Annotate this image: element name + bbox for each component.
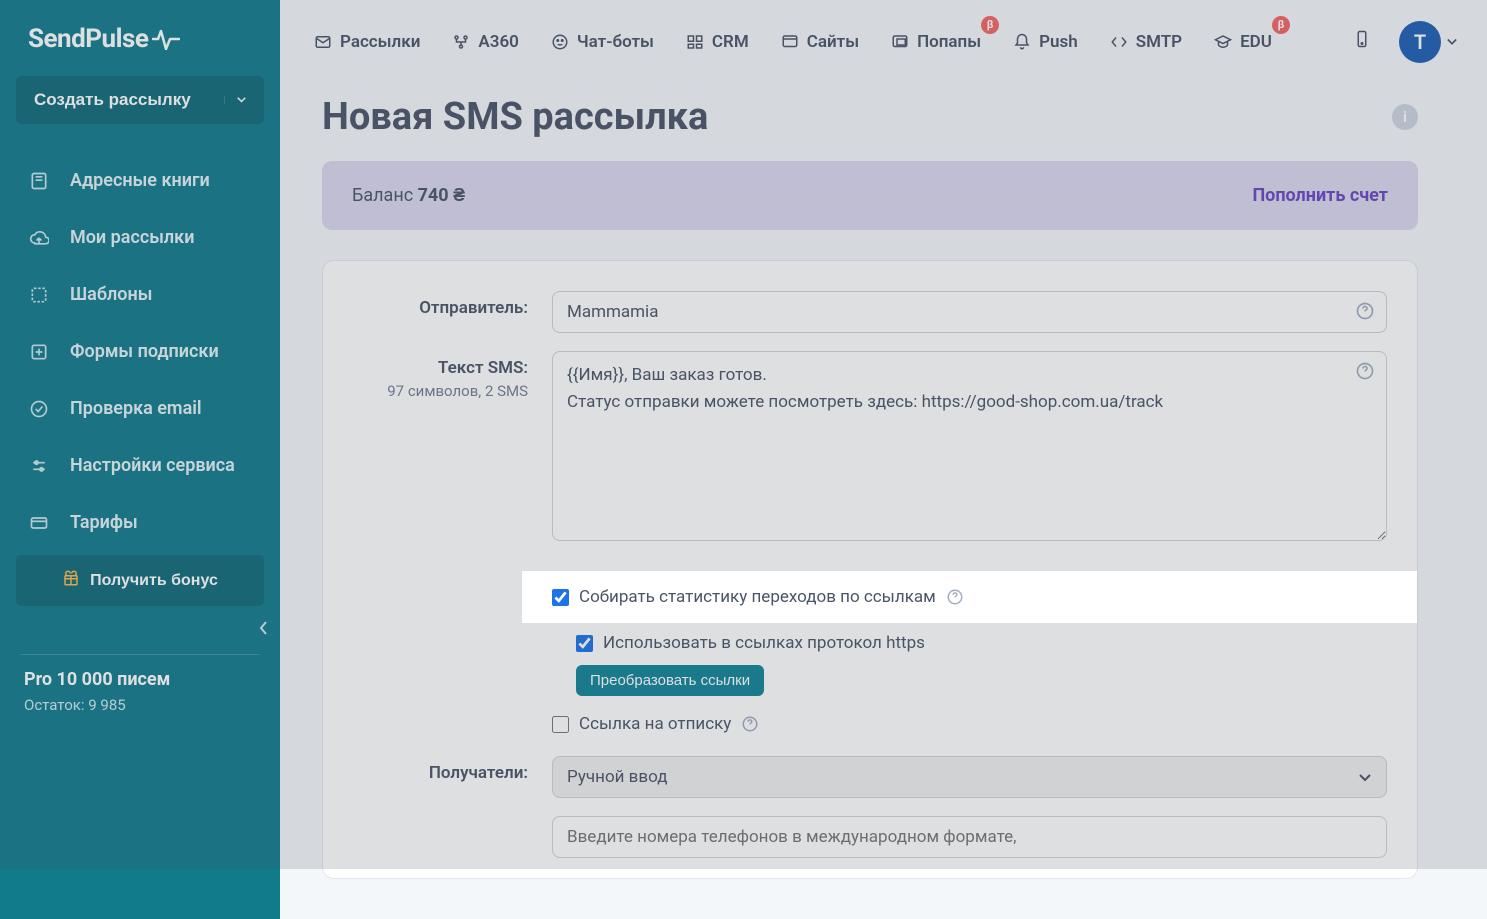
help-icon[interactable] <box>1355 361 1375 381</box>
recipients-label: Получатели: <box>353 756 528 798</box>
sidebar-item-label: Проверка email <box>70 398 202 419</box>
chat-icon <box>551 33 569 51</box>
beta-badge: β <box>1272 16 1290 34</box>
site-icon <box>781 33 799 51</box>
nav-campaigns[interactable]: Рассылки <box>300 24 434 60</box>
sidebar-item-my-campaigns[interactable]: Мои рассылки <box>0 209 280 266</box>
cloud-upload-icon <box>28 228 50 248</box>
gift-icon <box>62 569 80 592</box>
brand-name: SendPulse <box>28 24 148 54</box>
nav-label: Попапы <box>917 32 981 52</box>
nav-label: Push <box>1039 32 1078 52</box>
pulse-icon <box>152 28 180 50</box>
unsubscribe-label: Ссылка на отписку <box>579 714 731 734</box>
top-nav: Рассылки A360 Чат-боты CRM Сайты Попапы <box>280 0 1487 83</box>
sender-input[interactable] <box>552 291 1387 333</box>
sidebar-item-settings[interactable]: Настройки сервиса <box>0 437 280 494</box>
https-checkbox[interactable] <box>576 635 593 652</box>
sidebar-collapse-handle[interactable] <box>258 606 280 654</box>
balance-banner: Баланс 740 ₴ Пополнить счет <box>322 161 1418 230</box>
nav-smtp[interactable]: SMTP <box>1096 24 1196 60</box>
unsubscribe-checkbox[interactable] <box>552 716 569 733</box>
collect-stats-checkbox-row[interactable]: Собирать статистику переходов по ссылкам <box>552 583 1387 611</box>
help-icon[interactable] <box>946 588 964 606</box>
nav-label: A360 <box>478 32 518 52</box>
text-label: Текст SMS: <box>353 358 528 378</box>
brand-logo[interactable]: SendPulse <box>0 0 280 76</box>
credit-card-icon <box>28 513 50 533</box>
nav-label: EDU <box>1240 32 1272 52</box>
topup-link[interactable]: Пополнить счет <box>1252 185 1388 206</box>
create-campaign-label: Создать рассылку <box>34 90 191 110</box>
balance-amount: 740 ₴ <box>418 185 465 206</box>
nav-label: SMTP <box>1136 32 1182 52</box>
sidebar-item-subscribe-forms[interactable]: Формы подписки <box>0 323 280 380</box>
sidebar-item-templates[interactable]: Шаблоны <box>0 266 280 323</box>
help-icon[interactable] <box>1355 301 1375 321</box>
recipients-select[interactable]: Ручной ввод <box>552 756 1387 798</box>
convert-links-button[interactable]: Преобразовать ссылки <box>576 665 764 696</box>
sms-text-input[interactable] <box>552 351 1387 541</box>
code-icon <box>1110 33 1128 51</box>
sidebar-item-label: Адресные книги <box>70 170 210 191</box>
nav-label: Сайты <box>807 32 859 52</box>
sidebar-item-email-verify[interactable]: Проверка email <box>0 380 280 437</box>
nav-edu[interactable]: EDU β <box>1200 24 1286 60</box>
sidebar-item-label: Мои рассылки <box>70 227 194 248</box>
nav-label: Рассылки <box>340 32 420 52</box>
nav-chatbots[interactable]: Чат-боты <box>537 24 668 60</box>
mail-icon <box>314 33 332 51</box>
nav-a360[interactable]: A360 <box>438 24 532 60</box>
sms-form-card: Отправитель: Текст SMS: 97 символов, 2 S… <box>322 260 1418 879</box>
sender-label: Отправитель: <box>353 291 528 333</box>
edu-icon <box>1214 33 1232 51</box>
collect-stats-checkbox[interactable] <box>552 589 569 606</box>
sidebar: SendPulse Создать рассылку Адресные книг… <box>0 0 280 919</box>
phones-input[interactable] <box>552 816 1387 858</box>
beta-badge: β <box>981 16 999 34</box>
page-title: Новая SMS рассылка <box>322 95 708 139</box>
check-circle-icon <box>28 399 50 419</box>
plan-remaining: Остаток: 9 985 <box>24 696 256 714</box>
https-label: Использовать в ссылках протокол https <box>603 633 925 653</box>
sidebar-item-label: Настройки сервиса <box>70 455 235 476</box>
sidebar-item-pricing[interactable]: Тарифы <box>0 494 280 551</box>
sidebar-nav: Адресные книги Мои рассылки Шаблоны Форм… <box>0 152 280 551</box>
nav-push[interactable]: Push <box>999 24 1092 60</box>
sidebar-item-label: Формы подписки <box>70 341 219 362</box>
collect-stats-label: Собирать статистику переходов по ссылкам <box>579 587 936 607</box>
get-bonus-button[interactable]: Получить бонус <box>16 555 264 606</box>
info-icon[interactable]: i <box>1392 104 1418 130</box>
template-icon <box>28 285 50 305</box>
automation-icon <box>452 33 470 51</box>
create-campaign-button[interactable]: Создать рассылку <box>16 76 264 124</box>
sidebar-item-address-books[interactable]: Адресные книги <box>0 152 280 209</box>
chevron-down-icon <box>1447 38 1457 46</box>
bell-icon <box>1013 33 1031 51</box>
mobile-preview-button[interactable] <box>1341 20 1383 63</box>
sidebar-item-label: Шаблоны <box>70 284 152 305</box>
sidebar-item-label: Тарифы <box>70 512 138 533</box>
char-counter: 97 символов, 2 SMS <box>353 382 528 400</box>
nav-label: Чат-боты <box>577 32 654 52</box>
sliders-icon <box>28 456 50 476</box>
plan-info: Pro 10 000 писем Остаток: 9 985 <box>0 669 280 714</box>
crm-icon <box>686 33 704 51</box>
nav-crm[interactable]: CRM <box>672 24 763 60</box>
form-icon <box>28 342 50 362</box>
help-icon[interactable] <box>741 715 759 733</box>
nav-popups[interactable]: Попапы β <box>877 24 995 60</box>
popup-icon <box>891 33 909 51</box>
unsubscribe-checkbox-row[interactable]: Ссылка на отписку <box>552 710 1387 738</box>
book-icon <box>28 171 50 191</box>
nav-sites[interactable]: Сайты <box>767 24 873 60</box>
https-checkbox-row[interactable]: Использовать в ссылках протокол https <box>576 629 1387 657</box>
nav-label: CRM <box>712 32 749 52</box>
plan-title: Pro 10 000 писем <box>24 669 256 690</box>
account-menu[interactable]: T <box>1387 21 1457 63</box>
bonus-label: Получить бонус <box>90 572 218 590</box>
avatar: T <box>1399 21 1441 63</box>
balance-label: Баланс <box>352 185 413 206</box>
chevron-down-icon <box>224 96 246 104</box>
